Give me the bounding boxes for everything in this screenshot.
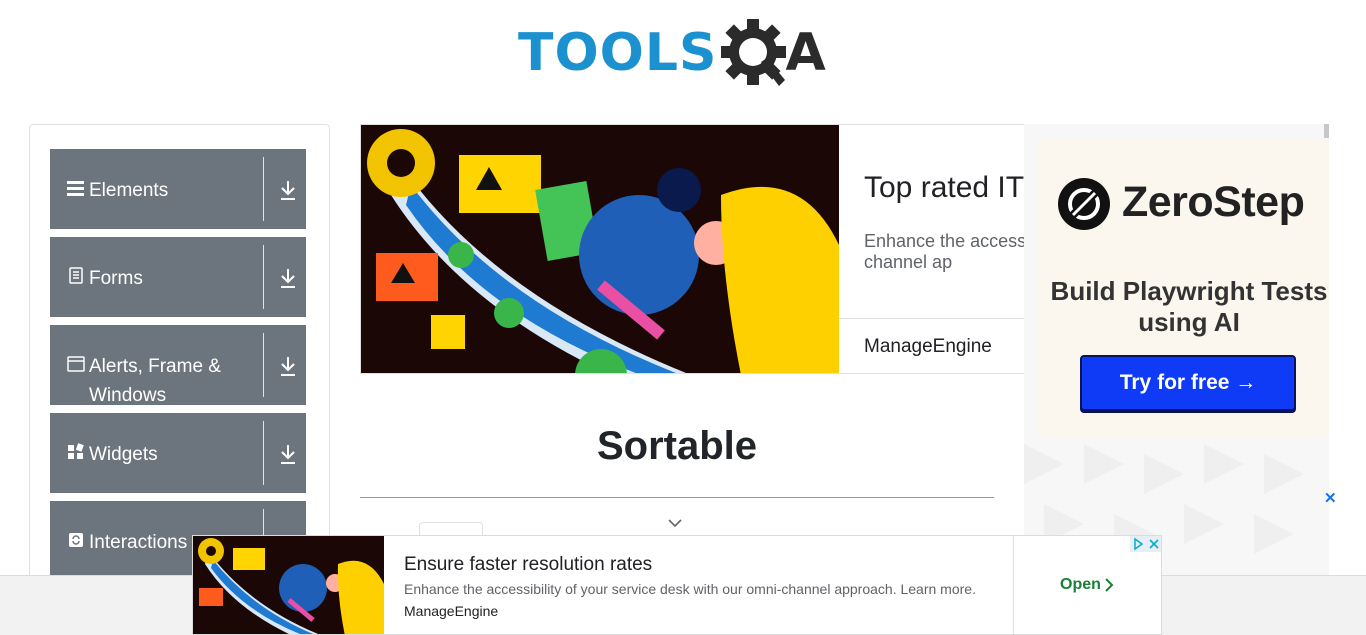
zerostep-brand: ZeroStep <box>1122 178 1305 226</box>
divider <box>263 245 264 309</box>
sidebar-group-label: Forms <box>89 268 143 289</box>
divider <box>839 318 1039 319</box>
document-icon <box>67 267 85 285</box>
sidebar-group-label: Alerts, Frame & Windows <box>89 356 221 406</box>
gear-magnifier-icon <box>720 18 791 88</box>
sidebar-group-widgets[interactable]: Widgets <box>50 413 306 493</box>
ad-brand: ManageEngine <box>864 336 992 357</box>
ad-title: Top rated IT <box>864 171 1025 204</box>
widgets-icon <box>67 443 85 461</box>
try-for-free-button[interactable]: Try for free → <box>1080 355 1296 411</box>
sidebar-group-forms[interactable]: Forms <box>50 237 306 317</box>
bottom-ad-brand: ManageEngine <box>404 603 499 619</box>
chevron-down-icon <box>667 516 683 528</box>
ad-thumbnail <box>193 536 384 634</box>
ad-choices-icon[interactable] <box>1130 536 1161 552</box>
divider <box>1013 536 1014 634</box>
divider <box>263 421 264 485</box>
sidebar-group-elements[interactable]: Elements <box>50 149 306 229</box>
page-title: Sortable <box>596 424 758 468</box>
download-icon[interactable] <box>278 179 298 201</box>
divider <box>360 497 994 498</box>
download-icon[interactable] <box>278 355 298 377</box>
bottom-ad-title: Ensure faster resolution rates <box>404 554 653 575</box>
logo-suffix: A <box>785 23 826 83</box>
download-icon[interactable] <box>278 267 298 289</box>
divider <box>263 157 264 221</box>
window-icon <box>67 355 85 373</box>
ad-illustration <box>361 125 839 373</box>
bottom-ad[interactable]: Ensure faster resolution rates Enhance t… <box>192 535 1162 635</box>
scrollbar-edge <box>1324 124 1329 138</box>
page: TOOLS A Elements Forms Alerts, Frame & W… <box>0 0 1366 635</box>
divider <box>263 333 264 397</box>
sidebar-group-alerts[interactable]: Alerts, Frame & Windows <box>50 325 306 406</box>
hamburger-icon <box>67 179 85 197</box>
close-ad-icon[interactable]: ✕ <box>1324 489 1337 507</box>
toolsqa-logo[interactable]: TOOLS A <box>518 14 842 92</box>
zerostep-card: ZeroStep Build Playwright Tests using AI… <box>1038 140 1329 438</box>
ad-banner[interactable]: Top rated IT Enhance the access our omni… <box>360 124 1040 374</box>
right-ad[interactable]: ZeroStep Build Playwright Tests using AI… <box>1024 124 1329 584</box>
open-button[interactable]: Open <box>1060 576 1101 594</box>
interactions-icon <box>67 531 85 549</box>
zerostep-tagline: Build Playwright Tests using AI <box>1050 276 1328 337</box>
sidebar-group-label: Elements <box>89 180 169 201</box>
ad-description: Enhance the access our omni-channel ap <box>864 231 1039 272</box>
bottom-ad-description: Enhance the accessibility of your servic… <box>404 581 976 597</box>
download-icon[interactable] <box>278 443 298 465</box>
chevron-right-icon[interactable] <box>1103 577 1115 593</box>
sidebar-group-label: Widgets <box>89 444 158 465</box>
logo-text: TOOLS <box>518 23 718 83</box>
zerostep-logo-icon <box>1056 176 1112 232</box>
